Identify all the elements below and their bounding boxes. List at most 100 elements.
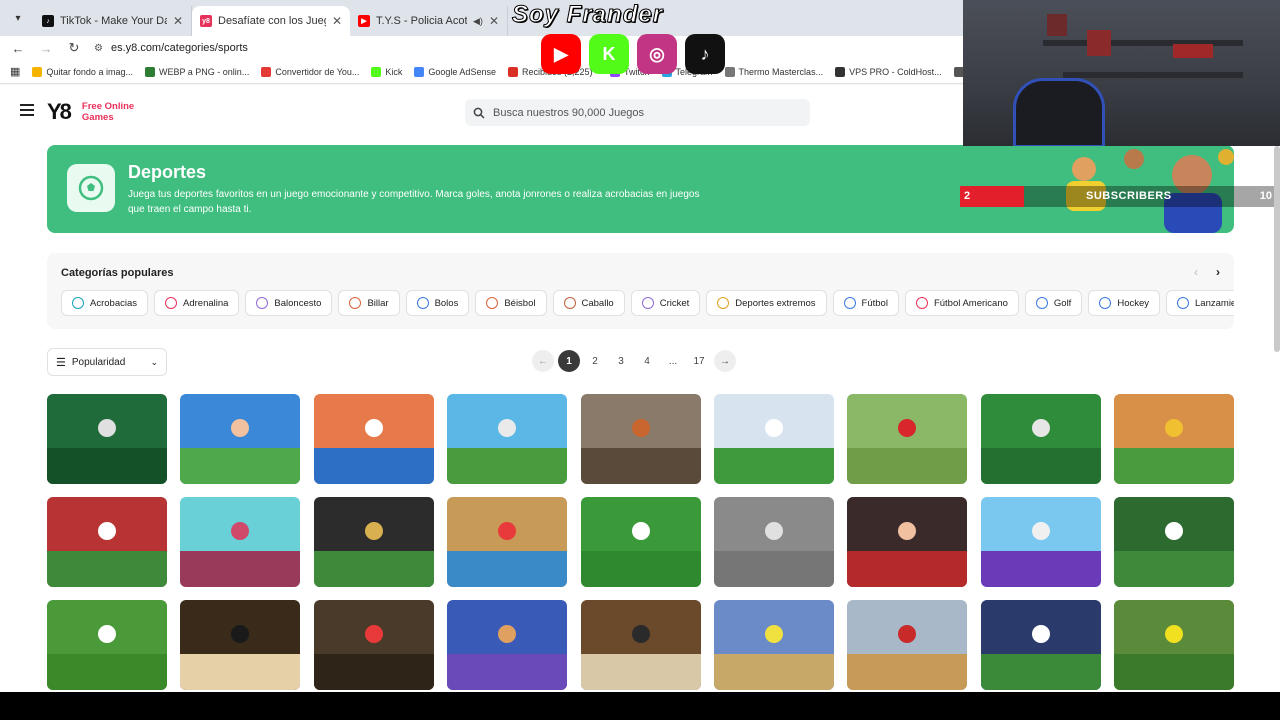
bookmark-item[interactable]: WEBP a PNG - onlin... [144,66,250,77]
category-icon [717,297,730,309]
category-chip[interactable]: Baloncesto [245,290,333,316]
chevron-left-icon[interactable]: ‹ [1194,265,1198,279]
game-thumbnail[interactable] [313,600,434,690]
bookmark-item[interactable]: Google AdSense [414,66,496,77]
game-thumbnail[interactable] [180,600,301,690]
page-button[interactable]: 4 [636,350,658,372]
thumbnail-object [364,625,383,644]
search-input[interactable]: Busca nuestros 90,000 Juegos [465,99,810,126]
gaming-chair [1013,78,1105,146]
category-chip[interactable]: Fútbol Americano [904,290,1019,316]
forward-icon[interactable]: → [38,41,54,56]
game-thumbnail[interactable] [180,497,301,587]
game-thumbnail[interactable] [180,394,301,484]
game-thumbnail[interactable] [1114,600,1235,690]
category-chip[interactable]: Acrobacias [61,290,148,316]
category-icon [641,297,654,309]
thumbnail-scene [980,654,1101,690]
category-icon [1177,297,1190,309]
thumbnail-object [498,625,517,644]
bookmark-item[interactable]: Convertidor de You... [261,66,359,77]
thumbnail-object [364,419,383,438]
bookmark-item[interactable]: Thermo Masterclas... [724,66,823,77]
game-thumbnail[interactable] [847,600,968,690]
reload-icon[interactable]: ↻ [66,40,82,56]
tab-search-icon[interactable]: ▾ [8,8,28,28]
category-icon [1035,297,1048,309]
thumbnail-object [1031,522,1050,541]
sort-label: Popularidad [71,356,126,368]
chevron-right-icon[interactable]: › [1216,265,1220,279]
back-icon[interactable]: ← [10,41,26,56]
tab-tiktok[interactable]: ♪ TikTok - Make Your Day ✕ [34,6,192,36]
game-thumbnail[interactable] [1114,497,1235,587]
thumbnail-object [898,625,917,644]
game-thumbnail[interactable] [847,497,968,587]
page-button[interactable]: 17 [688,350,710,372]
bookmark-label: WEBP a PNG - onlin... [158,66,250,77]
game-thumbnail[interactable] [447,600,568,690]
game-thumbnail[interactable] [47,497,167,587]
game-thumbnail[interactable] [580,600,701,690]
bookmark-item[interactable]: Kick [371,66,402,77]
bookmark-item[interactable]: ZeroDream Mod [953,66,963,77]
game-thumbnail[interactable] [580,394,701,484]
menu-icon[interactable] [20,104,34,116]
category-chip[interactable]: Fútbol [832,290,899,316]
tab-y8-sports[interactable]: y8 Desafíate con los Juegos de Deportes … [192,6,350,36]
tab-youtube[interactable]: ▶ T.Y.S - Policia Acotao ft. Big ◀) ✕ [350,6,508,36]
thumbnail-object [631,419,650,438]
game-thumbnail[interactable] [980,600,1101,690]
bookmark-item[interactable]: VPS PRO - ColdHost... [835,66,942,77]
page-scrollbar[interactable] [1274,146,1280,352]
category-chip[interactable]: Lanzamiento [1166,290,1234,316]
game-thumbnail[interactable] [447,394,568,484]
thumbnail-scene [1114,448,1235,484]
close-icon[interactable]: ✕ [332,14,342,28]
speaker-icon[interactable]: ◀) [473,16,483,27]
page-button[interactable]: 1 [558,350,580,372]
category-chip[interactable]: Adrenalina [154,290,240,316]
category-chip[interactable]: Cricket [630,290,701,316]
sort-dropdown[interactable]: ☰ Popularidad ⌄ [47,348,167,376]
thumbnail-object [1165,522,1184,541]
bookmark-icon [953,66,963,77]
game-thumbnail[interactable] [980,497,1101,587]
thumbnail-scene [847,448,968,484]
game-thumbnail[interactable] [447,497,568,587]
thumbnail-scene [1114,654,1235,690]
category-chip[interactable]: Billar [338,290,400,316]
apps-icon[interactable]: ▦ [10,65,20,78]
close-icon[interactable]: ✕ [173,14,183,28]
thumbnail-scene [47,551,167,587]
category-chip[interactable]: Hockey [1088,290,1161,316]
category-icon [72,297,84,309]
page-button[interactable]: 3 [610,350,632,372]
game-thumbnail[interactable] [713,497,834,587]
game-thumbnail[interactable] [580,497,701,587]
category-icon [563,297,576,309]
page-button[interactable]: 2 [584,350,606,372]
site-info-icon[interactable]: ⚙ [94,43,103,54]
game-thumbnail[interactable] [847,394,968,484]
category-chip[interactable]: Bolos [405,290,470,316]
category-chip[interactable]: Béisbol [475,290,547,316]
game-thumbnail[interactable] [980,394,1101,484]
url-field[interactable]: ⚙ es.y8.com/categories/sports [94,42,248,54]
tab-title: Desafíate con los Juegos de Deportes [218,15,326,27]
bookmark-item[interactable]: Quitar fondo a imag... [32,66,133,77]
category-chip[interactable]: Caballo [552,290,625,316]
game-thumbnail[interactable] [313,497,434,587]
game-thumbnail[interactable] [47,394,167,484]
category-chip[interactable]: Golf [1024,290,1083,316]
game-thumbnail[interactable] [713,394,834,484]
game-thumbnail[interactable] [1114,394,1235,484]
game-thumbnail[interactable] [713,600,834,690]
y8-logo[interactable]: Y8 Free Online Games [47,99,134,125]
game-thumbnail[interactable] [47,600,167,690]
category-chip[interactable]: Deportes extremos [706,290,827,316]
prev-page-button[interactable]: ← [532,350,554,372]
game-thumbnail[interactable] [313,394,434,484]
next-page-button[interactable]: → [714,350,736,372]
close-icon[interactable]: ✕ [489,14,499,28]
